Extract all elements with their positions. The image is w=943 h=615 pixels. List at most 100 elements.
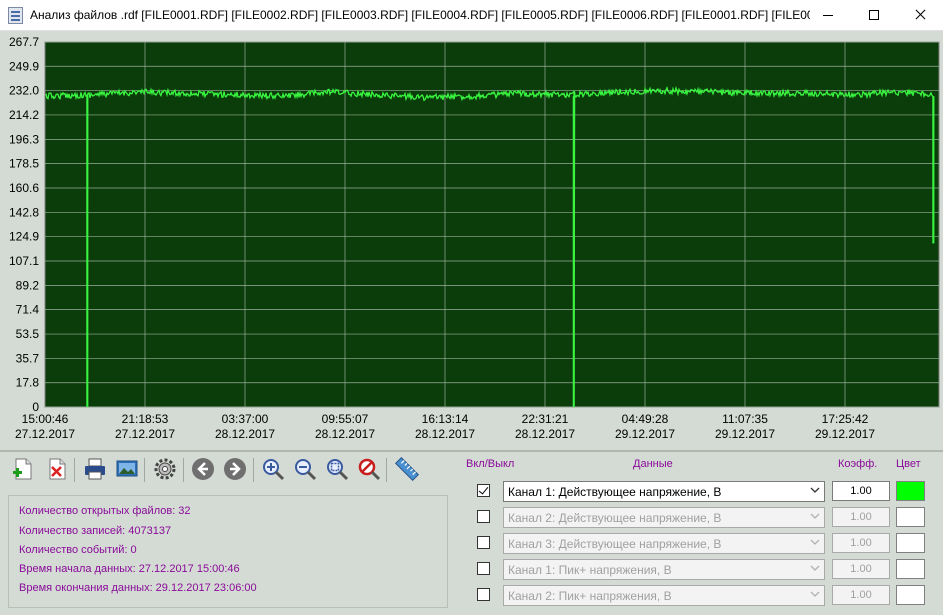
- x-tick-date: 27.12.2017: [115, 427, 175, 441]
- channel-select[interactable]: Канал 2: Пик+ напряжения, В: [503, 585, 825, 606]
- header-data: Данные: [633, 458, 673, 470]
- toolbar-separator: [386, 458, 387, 482]
- open-files-count: Количество открытых файлов: 32: [19, 505, 191, 517]
- y-tick-label: 53.5: [16, 327, 40, 341]
- channel-label: Канал 1: Пик+ напряжения, В: [508, 563, 672, 577]
- y-tick-label: 196.3: [9, 132, 39, 146]
- print-icon[interactable]: [82, 456, 108, 482]
- channel-select[interactable]: Канал 2: Действующее напряжение, В: [503, 507, 825, 528]
- y-tick-label: 35.7: [16, 351, 40, 365]
- channel-label: Канал 3: Действующее напряжение, В: [508, 537, 722, 551]
- app-icon: [8, 7, 23, 24]
- color-swatch[interactable]: [896, 559, 925, 579]
- channel-checkbox[interactable]: [477, 510, 490, 523]
- x-tick-time: 03:37:00: [222, 412, 269, 426]
- x-tick-date: 29.12.2017: [715, 427, 775, 441]
- zoom-fit-icon[interactable]: [324, 456, 350, 482]
- zoom-out-icon[interactable]: [292, 456, 318, 482]
- x-tick-time: 15:00:46: [22, 412, 69, 426]
- x-tick-date: 28.12.2017: [515, 427, 575, 441]
- channel-select[interactable]: Канал 1: Действующее напряжение, В: [503, 481, 825, 502]
- x-tick-time: 09:55:07: [322, 412, 369, 426]
- voltage-chart[interactable]: 267.7 249.9 232.0 214.2 196.3 178.5 160.6 142.8…: [0, 31, 943, 450]
- export-image-icon[interactable]: [114, 456, 140, 482]
- coefficient-input[interactable]: 1.00: [832, 507, 890, 527]
- chevron-down-icon: [810, 487, 820, 493]
- x-tick-date: 29.12.2017: [815, 427, 875, 441]
- zoom-in-icon[interactable]: [260, 456, 286, 482]
- channel-label: Канал 2: Действующее напряжение, В: [508, 511, 722, 525]
- coefficient-input[interactable]: 1.00: [832, 533, 890, 553]
- close-icon[interactable]: [897, 0, 943, 30]
- x-tick-time: 17:25:42: [822, 412, 869, 426]
- events-count: Количество событий: 0: [19, 544, 137, 556]
- y-tick-label: 160.6: [9, 181, 39, 195]
- minimize-icon[interactable]: [805, 0, 851, 30]
- y-tick-label: 142.8: [9, 205, 39, 219]
- y-tick-label: 89.2: [16, 278, 40, 292]
- y-tick-label: 124.9: [9, 230, 39, 244]
- header-color: Цвет: [896, 458, 921, 470]
- y-tick-label: 107.1: [9, 254, 39, 268]
- header-coef: Коэфф.: [838, 458, 878, 470]
- channel-label: Канал 2: Пик+ напряжения, В: [508, 589, 672, 603]
- channel-checkbox[interactable]: [477, 588, 490, 601]
- x-tick-time: 11:07:35: [722, 412, 768, 426]
- coefficient-input[interactable]: 1.00: [832, 585, 890, 605]
- toolbar-separator: [144, 458, 145, 482]
- color-swatch[interactable]: [896, 585, 925, 605]
- y-tick-label: 17.8: [16, 376, 40, 390]
- divider: [0, 450, 943, 452]
- chevron-down-icon: [810, 513, 820, 519]
- ruler-measure-icon[interactable]: [394, 456, 420, 482]
- window-title: Анализ файлов .rdf [FILE0001.RDF] [FILE0…: [30, 8, 810, 22]
- chevron-down-icon: [810, 591, 820, 597]
- x-tick-date: 29.12.2017: [615, 427, 675, 441]
- channel-checkbox[interactable]: [477, 562, 490, 575]
- toolbar-separator: [183, 458, 184, 482]
- color-swatch[interactable]: [896, 507, 925, 527]
- y-tick-label: 71.4: [16, 303, 40, 317]
- coefficient-input[interactable]: 1.00: [832, 559, 890, 579]
- channel-checkbox[interactable]: [477, 536, 490, 549]
- info-panel: Количество открытых файлов: 32 Количеств…: [8, 495, 448, 608]
- remove-file-icon[interactable]: [44, 456, 70, 482]
- forward-arrow-icon[interactable]: [222, 456, 248, 482]
- data-end-time: Время окончания данных: 29.12.2017 23:06…: [19, 582, 257, 594]
- toolbar-separator: [253, 458, 254, 482]
- y-tick-label: 249.9: [9, 59, 39, 73]
- toolbar-separator: [74, 458, 75, 482]
- coefficient-input[interactable]: 1.00: [832, 481, 890, 501]
- y-tick-label: 178.5: [9, 157, 39, 171]
- color-swatch[interactable]: [896, 533, 925, 553]
- chart-area[interactable]: 267.7 249.9 232.0 214.2 196.3 178.5 160.6 142.8…: [0, 31, 943, 450]
- x-tick-date: 27.12.2017: [15, 427, 75, 441]
- x-tick-date: 28.12.2017: [215, 427, 275, 441]
- channel-checkbox[interactable]: [477, 484, 490, 497]
- header-onoff: Вкл/Выкл: [466, 458, 515, 470]
- y-tick-label: 267.7: [9, 35, 39, 49]
- y-tick-label: 232.0: [9, 84, 39, 98]
- maximize-icon[interactable]: [851, 0, 897, 30]
- x-tick-time: 16:13:14: [422, 412, 469, 426]
- back-arrow-icon[interactable]: [190, 456, 216, 482]
- x-tick-time: 04:49:28: [622, 412, 669, 426]
- settings-gear-icon[interactable]: [152, 456, 178, 482]
- plot-area: [44, 41, 940, 408]
- x-tick-time: 21:18:53: [122, 412, 169, 426]
- data-start-time: Время начала данных: 27.12.2017 15:00:46: [19, 563, 240, 575]
- channel-select[interactable]: Канал 3: Действующее напряжение, В: [503, 533, 825, 554]
- zoom-reset-icon[interactable]: [356, 456, 382, 482]
- y-tick-label: 214.2: [9, 108, 39, 122]
- chevron-down-icon: [810, 539, 820, 545]
- records-count: Количество записей: 4073137: [19, 525, 172, 537]
- x-tick-time: 22:31:21: [522, 412, 569, 426]
- color-swatch[interactable]: [896, 481, 925, 501]
- channel-select[interactable]: Канал 1: Пик+ напряжения, В: [503, 559, 825, 580]
- x-tick-date: 28.12.2017: [415, 427, 475, 441]
- toolbar: [8, 456, 448, 484]
- title-bar: Анализ файлов .rdf [FILE0001.RDF] [FILE0…: [0, 0, 943, 31]
- add-file-icon[interactable]: [10, 456, 36, 482]
- channel-label: Канал 1: Действующее напряжение, В: [508, 485, 722, 499]
- x-tick-date: 28.12.2017: [315, 427, 375, 441]
